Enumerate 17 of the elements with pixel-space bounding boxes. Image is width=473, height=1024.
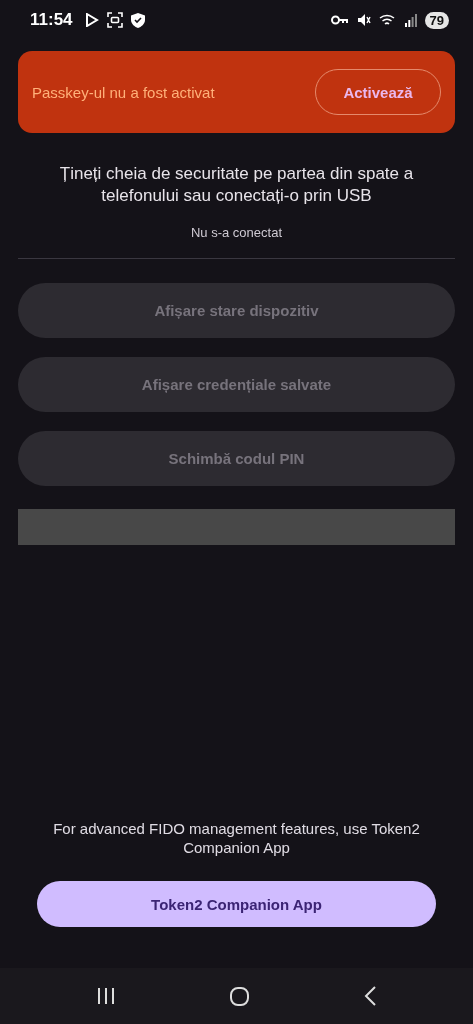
footer-note: For advanced FIDO management features, use Token2 Companion App bbox=[52, 819, 421, 857]
mute-icon bbox=[356, 13, 371, 27]
banner-message: Passkey-ul nu a fost activat bbox=[32, 83, 216, 101]
signal-icon bbox=[404, 13, 417, 27]
companion-app-button[interactable]: Token2 Companion App bbox=[37, 881, 436, 927]
key-icon bbox=[330, 15, 349, 25]
play-icon bbox=[84, 13, 99, 27]
scan-icon bbox=[106, 12, 123, 28]
battery-level: 79 bbox=[424, 11, 449, 29]
clock: 11:54 bbox=[30, 10, 73, 30]
home-icon[interactable] bbox=[230, 986, 249, 1006]
shield-icon bbox=[130, 12, 145, 28]
wifi-icon bbox=[378, 13, 397, 27]
back-icon[interactable] bbox=[363, 986, 376, 1006]
connection-status: Nu s-a conectat bbox=[189, 225, 283, 240]
recents-icon[interactable] bbox=[97, 988, 116, 1004]
instruction-text: Țineți cheia de securitate pe partea din spate a telefonului sau conectați-o prin USB bbox=[58, 163, 415, 207]
